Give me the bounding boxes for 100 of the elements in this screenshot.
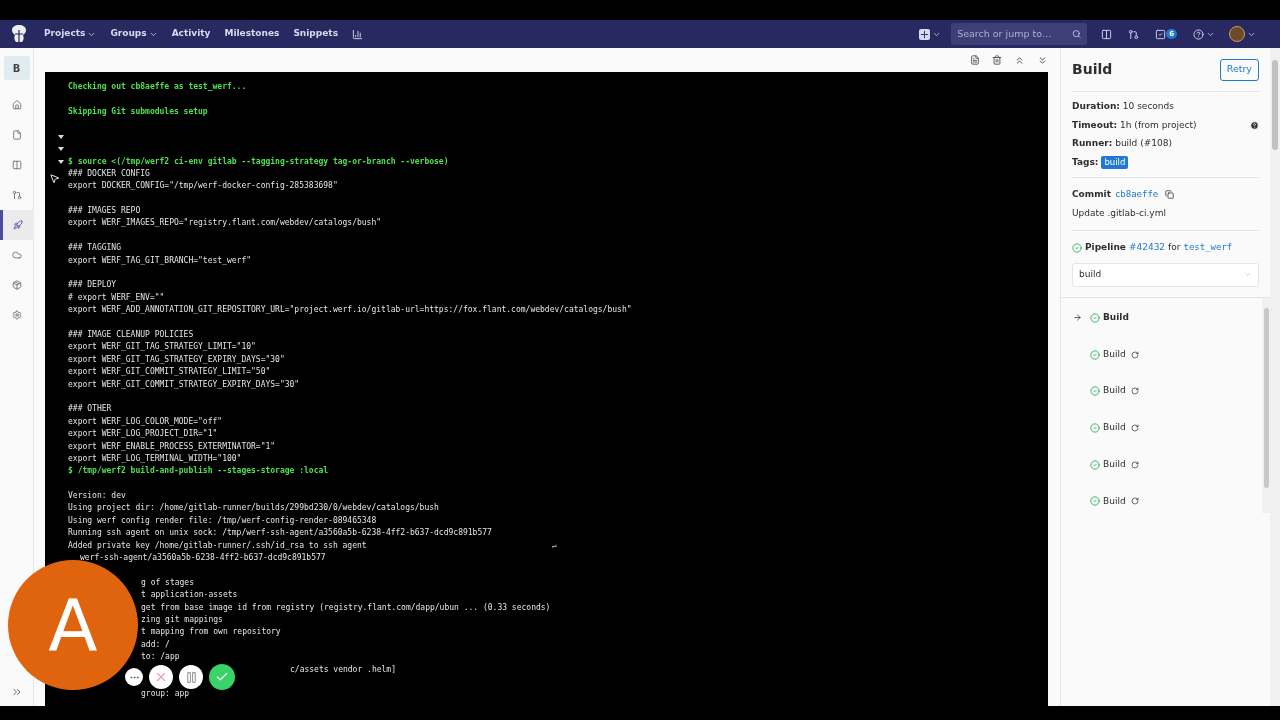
detail-text: Timeout: 1h (from project) xyxy=(1072,118,1197,132)
log-line: Checking out cb8aeffe as test_werf... xyxy=(68,81,247,94)
log-line: Version: dev xyxy=(68,490,126,503)
job-item[interactable]: Build xyxy=(1061,372,1262,410)
caret-icon[interactable] xyxy=(58,147,64,152)
tags-label: Tags: xyxy=(1072,155,1099,169)
branch-link[interactable]: test_werf xyxy=(1183,241,1233,255)
pipeline-link[interactable]: #42432 xyxy=(1128,241,1166,255)
job-item[interactable]: Build xyxy=(1061,482,1262,513)
merge-request-icon xyxy=(11,190,22,200)
stage-select[interactable]: build xyxy=(1072,262,1259,287)
log-line: ### IMAGE CLEANUP POLICIES xyxy=(68,329,194,341)
close-icon xyxy=(154,670,168,684)
job-item[interactable]: Build xyxy=(1061,446,1262,483)
job-item[interactable]: Build xyxy=(1061,299,1262,337)
nav-menu[interactable]: Groups xyxy=(110,27,158,41)
merge-request-icon[interactable] xyxy=(1128,28,1140,40)
search-input[interactable]: Search or jump to… xyxy=(957,26,1072,42)
detail-text: Duration: 10 seconds xyxy=(1072,100,1174,113)
chevron-icon xyxy=(1243,270,1252,279)
trash-icon[interactable] xyxy=(992,55,1002,65)
todo-icon[interactable] xyxy=(1155,28,1167,40)
logo-icon[interactable] xyxy=(10,24,28,44)
scrollbar[interactable] xyxy=(1262,297,1270,513)
help-icon xyxy=(1193,28,1204,40)
log-line: export WERF_TAG_GIT_BRANCH="test_werf" xyxy=(68,254,252,267)
log-line: export WERF_GIT_TAG_STRATEGY_LIMIT="10" xyxy=(68,341,256,354)
log-line: export WERF_ADD_ANNOTATION_GIT_REPOSITORY_URL="project.werf.io/gitlab-url=https://fox.flant.com/webdev/catalogs/bush" xyxy=(68,304,632,317)
project-avatar[interactable]: B xyxy=(3,56,30,80)
collapse-icon[interactable] xyxy=(10,686,23,698)
user-avatar xyxy=(1229,26,1245,42)
log-line: Running ssh agent on unix sock: /tmp/werf-ssh-agent/a3560a5b-6238-4ff2-b637-dcd9c891b577 xyxy=(68,527,492,540)
scroll-bottom-icon[interactable] xyxy=(1037,54,1048,66)
commit-link[interactable]: cb8aeffe xyxy=(1114,188,1159,202)
log-line: export WERF_GIT_COMMIT_STRATEGY_LIMIT="50" xyxy=(68,366,271,379)
issues-icon xyxy=(11,160,22,170)
log-line: t mapping from own repository xyxy=(140,626,281,639)
commit-label: Commit xyxy=(1072,188,1111,201)
job-title: Build xyxy=(1072,60,1113,79)
help-button[interactable] xyxy=(1193,28,1215,40)
recorder-avatar: A xyxy=(48,589,98,661)
new-button[interactable] xyxy=(919,28,942,40)
log-line: $ /tmp/werf2 build-and-publish --stages-storage :local xyxy=(68,465,329,478)
search-icon xyxy=(1071,29,1082,39)
commit-message: Update .gitlab-ci.yml xyxy=(1072,206,1167,220)
log-line: t application-assets xyxy=(140,589,238,602)
file-icon xyxy=(11,130,22,140)
log-line: export WERF_LOG_TERMINAL_WIDTH="100" xyxy=(68,452,242,465)
rocket-icon xyxy=(13,220,23,230)
line-wrap-mark: ↵ xyxy=(551,539,557,552)
log-line: group: app xyxy=(140,688,190,701)
search-field[interactable]: Search or jump to… xyxy=(951,23,1088,45)
log-line: ### OTHER xyxy=(68,403,112,416)
job-name: Build xyxy=(1103,347,1126,361)
raw-log-icon[interactable] xyxy=(970,55,980,65)
log-line: Skipping Git submodules setup xyxy=(68,105,208,118)
nav-menu[interactable]: Snippets xyxy=(293,27,338,41)
log-line: $ source <(/tmp/werf2 ci-env gitlab --tagging-strategy tag-or-branch --verbose) xyxy=(68,155,449,168)
success-icon xyxy=(1090,312,1100,323)
success-icon xyxy=(1090,422,1100,433)
success-icon xyxy=(1090,459,1100,470)
nav-menu[interactable]: Projects xyxy=(44,27,97,41)
job-item[interactable]: Build xyxy=(1061,336,1262,373)
copy-icon[interactable] xyxy=(1165,190,1175,200)
job-name: Build xyxy=(1103,384,1126,398)
cursor-icon xyxy=(49,173,60,184)
plus-icon xyxy=(919,28,931,40)
retry-button[interactable]: Retry xyxy=(1219,58,1259,81)
job-item[interactable]: Build xyxy=(1061,409,1262,447)
job-name: Build xyxy=(1103,311,1129,325)
help-icon[interactable] xyxy=(1250,120,1259,130)
log-line: g of stages xyxy=(140,576,194,589)
issues-icon[interactable] xyxy=(1101,28,1113,40)
log-line: export WERF_ENABLE_PROCESS_EXTERMINATOR="1" xyxy=(68,440,276,453)
log-line: zing git mappings xyxy=(140,614,223,626)
log-line: ### TAGGING xyxy=(68,242,121,255)
log-line: export WERF_LOG_COLOR_MODE="off" xyxy=(68,415,223,428)
package-icon xyxy=(11,280,22,290)
success-icon xyxy=(1090,496,1100,507)
log-line: ### DEPLOY xyxy=(68,279,117,292)
sidebar-item[interactable] xyxy=(0,210,34,240)
user-menu[interactable] xyxy=(1229,26,1256,42)
success-icon xyxy=(1090,386,1100,397)
scroll-top-icon[interactable] xyxy=(1014,54,1025,66)
page-scrollbar[interactable] xyxy=(1270,48,1280,706)
cloud-icon xyxy=(11,250,22,260)
nav-menu[interactable]: Activity xyxy=(171,27,211,41)
log-line: to: /app xyxy=(140,651,180,664)
log-line: export DOCKER_CONFIG="/tmp/werf-docker-config-285383698" xyxy=(68,180,338,193)
caret-icon[interactable] xyxy=(58,159,64,164)
log-line: c/assets vendor .helm] xyxy=(289,663,396,676)
job-name: Build xyxy=(1103,494,1126,508)
log-line: Added private key /home/gitlab-runner/.ssh/id_rsa to ssh agent xyxy=(68,539,367,552)
check-icon xyxy=(215,670,229,684)
chart-icon[interactable] xyxy=(352,28,363,40)
for-text: for xyxy=(1168,241,1181,254)
job-name: Build xyxy=(1103,421,1126,435)
success-icon xyxy=(1072,242,1082,253)
caret-icon[interactable] xyxy=(58,134,64,139)
nav-menu[interactable]: Milestones xyxy=(224,27,280,41)
